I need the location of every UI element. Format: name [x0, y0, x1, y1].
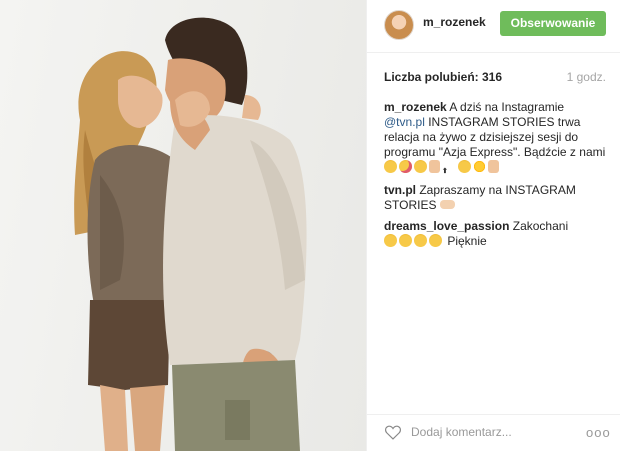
thumbs-up-emoji-icon	[488, 160, 499, 173]
top-emoji-icon: ⬆	[442, 168, 448, 175]
post-time[interactable]: 1 godz.	[567, 70, 606, 84]
likes-count[interactable]: Liczba polubień: 316	[384, 70, 502, 84]
comment-username[interactable]: dreams_love_passion	[384, 219, 509, 233]
comment-text: A dziś na Instagramie	[446, 100, 565, 114]
comment-item: tvn.pl Zapraszamy na INSTAGRAM STORIES	[384, 183, 606, 213]
heart-outline-icon[interactable]	[384, 424, 402, 440]
emoji-row: ⬆	[384, 160, 606, 177]
emoji-row: Pięknie	[384, 234, 606, 249]
sun-emoji-icon	[473, 160, 486, 173]
comment-footer: ooo	[367, 414, 620, 452]
heart-eyes-emoji-icon	[399, 234, 412, 247]
comment-item: dreams_love_passion Zakochani Pięknie	[384, 219, 606, 249]
mention-link[interactable]: @tvn.pl	[384, 115, 425, 129]
comment-text: Zakochani	[509, 219, 569, 233]
wink-emoji-icon	[414, 160, 427, 173]
post-header: m_rozenek Obserwowanie	[367, 0, 620, 53]
more-options-icon[interactable]: ooo	[586, 425, 611, 440]
comment-input[interactable]	[411, 424, 561, 440]
post-photo[interactable]	[0, 0, 366, 451]
comment-username[interactable]: m_rozenek	[384, 100, 447, 114]
comment-item: m_rozenek A dziś na Instagramie @tvn.pl …	[384, 100, 606, 177]
instagram-post: m_rozenek Obserwowanie Liczba polubień: …	[0, 0, 620, 451]
heart-eyes-emoji-icon	[414, 234, 427, 247]
pointing-hand-emoji-icon	[439, 200, 455, 209]
comment-text-continued: Pięknie	[444, 234, 487, 248]
follow-button[interactable]: Obserwowanie	[500, 11, 606, 36]
comments-list: m_rozenek A dziś na Instagramie @tvn.pl …	[384, 100, 606, 255]
post-username[interactable]: m_rozenek	[423, 15, 486, 29]
smile-emoji-icon	[384, 160, 397, 173]
heart-eyes-emoji-icon	[384, 234, 397, 247]
post-details-panel: m_rozenek Obserwowanie Liczba polubień: …	[366, 0, 620, 451]
smirk-emoji-icon	[458, 160, 471, 173]
ok-hand-emoji-icon	[429, 160, 440, 173]
couple-photo-illustration	[74, 17, 307, 451]
user-avatar[interactable]	[384, 10, 414, 40]
comment-username[interactable]: tvn.pl	[384, 183, 416, 197]
likes-row: Liczba polubień: 316 1 godz.	[384, 70, 606, 84]
kiss-emoji-icon	[399, 160, 412, 173]
heart-eyes-emoji-icon	[429, 234, 442, 247]
